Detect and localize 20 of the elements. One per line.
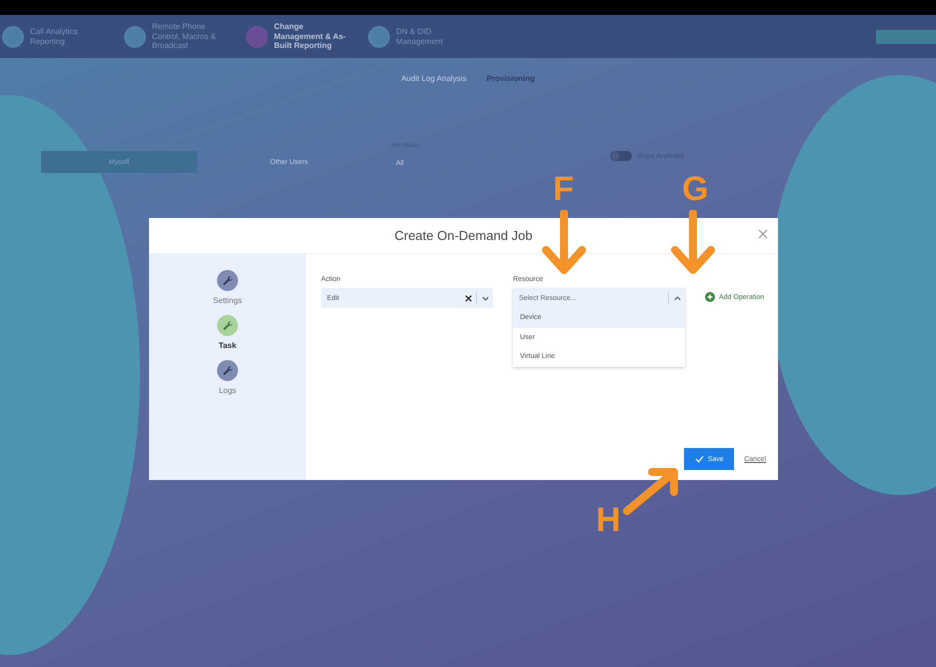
annotation-arrow xyxy=(541,210,587,276)
page-tab[interactable]: Audit Log Analysis xyxy=(401,74,466,83)
wrench-icon xyxy=(222,364,234,376)
page-tab[interactable]: Provisioning xyxy=(486,74,535,83)
nav-item[interactable]: Change Management & As-Built Reporting xyxy=(246,22,346,51)
archive-toggle[interactable] xyxy=(610,151,632,161)
checkmark-icon xyxy=(694,455,704,463)
annotation-arrow xyxy=(622,466,680,516)
wrench-icon xyxy=(222,274,234,286)
annotation-arrow xyxy=(670,210,716,276)
wrench-icon xyxy=(222,320,234,332)
nav-item[interactable]: DN & DID Management xyxy=(368,26,468,48)
step-tab[interactable]: Settings xyxy=(213,270,242,305)
dialog-title: Create On-Demand Job xyxy=(394,228,532,243)
plus-circle-icon xyxy=(705,292,715,302)
annotation-letter: F xyxy=(553,172,574,206)
nav-item[interactable]: Remote Phone Control, Macros & Broadcast xyxy=(124,22,224,51)
annotation-letter: G xyxy=(682,172,708,206)
annotation-letter: H xyxy=(596,503,621,537)
nav-item[interactable]: Call Analytics Reporting xyxy=(2,26,102,48)
